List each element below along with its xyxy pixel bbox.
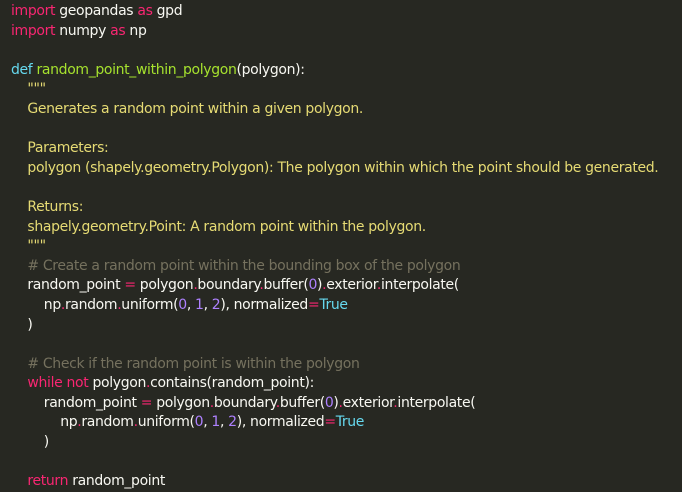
code-token: 0 — [194, 414, 204, 431]
code-token: = — [324, 414, 336, 431]
code-token: buffer( — [263, 277, 309, 294]
code-editor[interactable]: import geopandas as gpd import numpy as n… — [0, 0, 682, 489]
code-line: Parameters: — [11, 139, 682, 159]
code-token: def — [11, 61, 33, 78]
code-token: ) — [11, 316, 33, 333]
code-line: # Create a random point within the bound… — [11, 257, 682, 277]
code-token: 2 — [228, 414, 237, 431]
code-token: numpy — [55, 22, 111, 39]
code-token: random — [81, 414, 134, 431]
code-token: np — [11, 414, 78, 431]
code-line: import numpy as np — [11, 22, 682, 42]
code-token: interpolate( — [397, 394, 476, 411]
code-token: geopandas — [55, 3, 138, 19]
code-token: interpolate( — [381, 277, 459, 294]
code-token: contains(random_point): — [150, 375, 314, 392]
code-line: while not polygon.contains(random_point)… — [11, 374, 682, 394]
code-token: ), normalized — [236, 414, 325, 431]
code-token: boundary — [197, 277, 260, 294]
code-token: True — [335, 414, 365, 431]
code-token: return — [11, 473, 69, 490]
code-token: random_point — [11, 394, 141, 411]
code-token: as — [110, 22, 126, 39]
code-token: np — [11, 296, 61, 313]
code-line: polygon (shapely.geometry.Polygon): The … — [11, 159, 682, 179]
code-token: # Check if the random point is within th… — [11, 355, 360, 372]
code-line: Returns: — [11, 198, 682, 218]
code-line: def random_point_within_polygon(polygon)… — [11, 61, 682, 81]
code-token: Generates a random point within a given … — [11, 100, 364, 117]
code-token: # Create a random point within the bound… — [11, 257, 461, 274]
code-token: polygon — [88, 375, 146, 392]
code-token: 1 — [211, 414, 220, 431]
code-line: ) — [11, 433, 682, 453]
code-token: ) — [11, 434, 49, 451]
code-line: import geopandas as gpd — [11, 2, 682, 22]
code-line: np.random.uniform(0, 1, 2), normalized=T… — [11, 413, 682, 433]
code-token: 0 — [178, 296, 187, 313]
code-token: 0 — [308, 277, 318, 294]
code-token: , — [186, 296, 196, 313]
code-token: exterior — [326, 277, 377, 294]
code-token: ), normalized — [220, 296, 308, 313]
code-line: """ — [11, 237, 682, 257]
code-token: shapely.geometry.Point: A random point w… — [11, 218, 426, 235]
code-token: boundary — [213, 394, 276, 411]
code-token: random_point_within_polygon — [36, 61, 237, 78]
code-token: uniform( — [137, 414, 195, 431]
code-token: uniform( — [121, 296, 179, 313]
code-token: """ — [11, 238, 46, 255]
code-token: random_point — [68, 473, 166, 490]
code-token: buffer( — [279, 394, 325, 411]
code-token: while — [11, 375, 63, 392]
code-token: 1 — [195, 296, 204, 313]
code-token: gpd — [152, 3, 183, 19]
code-line: return random_point — [11, 472, 682, 492]
code-token: = — [124, 277, 136, 294]
code-token: as — [137, 3, 153, 19]
code-line: random_point = polygon.boundary.buffer(0… — [11, 276, 682, 296]
code-token: exterior — [342, 394, 394, 411]
code-token: , — [203, 296, 212, 313]
code-token: polygon — [152, 394, 210, 411]
code-token: random — [64, 296, 118, 313]
code-line: ) — [11, 316, 682, 336]
code-token: (polygon): — [236, 61, 305, 78]
code-line: """ — [11, 80, 682, 100]
code-token: random_point — [11, 277, 125, 294]
code-token: import — [11, 3, 56, 19]
code-line: shapely.geometry.Point: A random point w… — [11, 218, 682, 238]
code-token: True — [319, 296, 348, 313]
code-token: , — [219, 414, 229, 431]
code-token: """ — [11, 81, 46, 98]
code-token: Parameters: — [11, 140, 109, 157]
code-token: polygon — [135, 277, 194, 294]
code-token: = — [140, 394, 153, 411]
code-line: Generates a random point within a given … — [11, 100, 682, 120]
code-token: not — [66, 375, 89, 392]
code-token: = — [307, 296, 320, 313]
code-token: np — [125, 22, 147, 39]
code-line: # Check if the random point is within th… — [11, 355, 682, 375]
code-token: Returns: — [11, 198, 84, 215]
code-line: np.random.uniform(0, 1, 2), normalized=T… — [11, 296, 682, 316]
code-token: polygon (shapely.geometry.Polygon): The … — [11, 159, 659, 176]
code-token: import — [11, 22, 56, 39]
code-line: random_point = polygon.boundary.buffer(0… — [11, 394, 682, 414]
